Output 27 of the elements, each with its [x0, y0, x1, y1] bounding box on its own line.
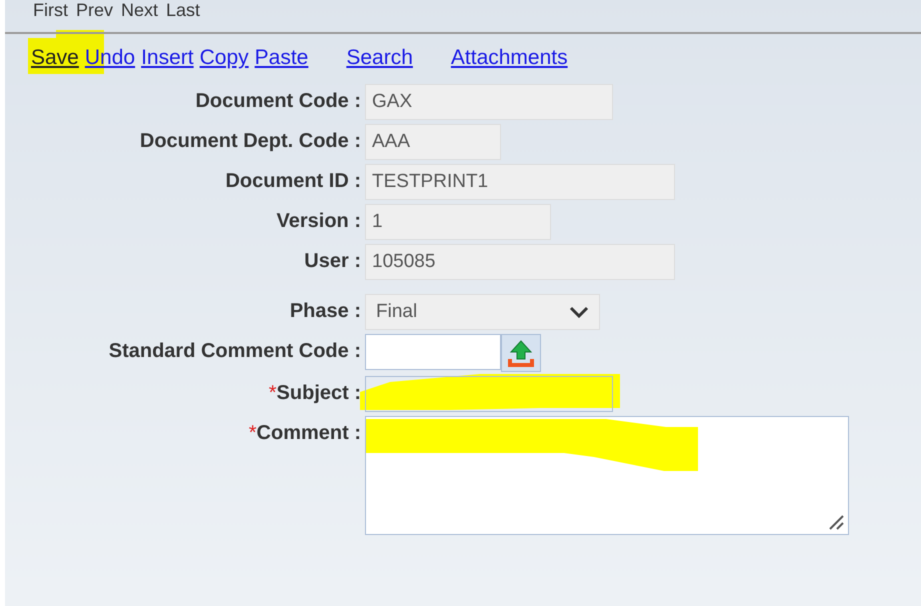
upload-arrow-icon [508, 339, 534, 367]
toolbar-link[interactable]: Attachments [450, 42, 568, 74]
field-label: Comment : [256, 421, 361, 446]
text-field[interactable] [365, 376, 613, 412]
nav-link[interactable]: Prev [76, 0, 114, 20]
toolbar-link[interactable]: Search [346, 42, 413, 74]
required-mark: * [268, 381, 277, 406]
field-label: Document Code : [195, 89, 361, 114]
field-label: Version : [276, 209, 361, 234]
nav-link[interactable]: Next [121, 0, 158, 20]
required-mark: * [248, 421, 257, 446]
field-label: Document Dept. Code : [140, 129, 361, 154]
field-label: Document ID : [225, 169, 361, 194]
field-label: Phase : [290, 299, 361, 324]
lookup-button[interactable] [501, 334, 541, 372]
field-label: Standard Comment Code : [108, 339, 361, 364]
field-label: Subject : [276, 381, 361, 406]
resize-handle-icon [828, 514, 844, 530]
toolbar-link[interactable]: Copy [200, 42, 249, 74]
field-label: User : [304, 249, 361, 274]
toolbar-link[interactable]: Paste [254, 42, 308, 74]
text-field[interactable] [365, 334, 501, 370]
toolbar-link[interactable]: Insert [141, 42, 194, 74]
comment-field[interactable] [365, 416, 849, 535]
nav-link[interactable]: Last [166, 0, 200, 20]
nav-link[interactable]: First [33, 0, 68, 20]
chevron-down-icon [569, 306, 589, 318]
